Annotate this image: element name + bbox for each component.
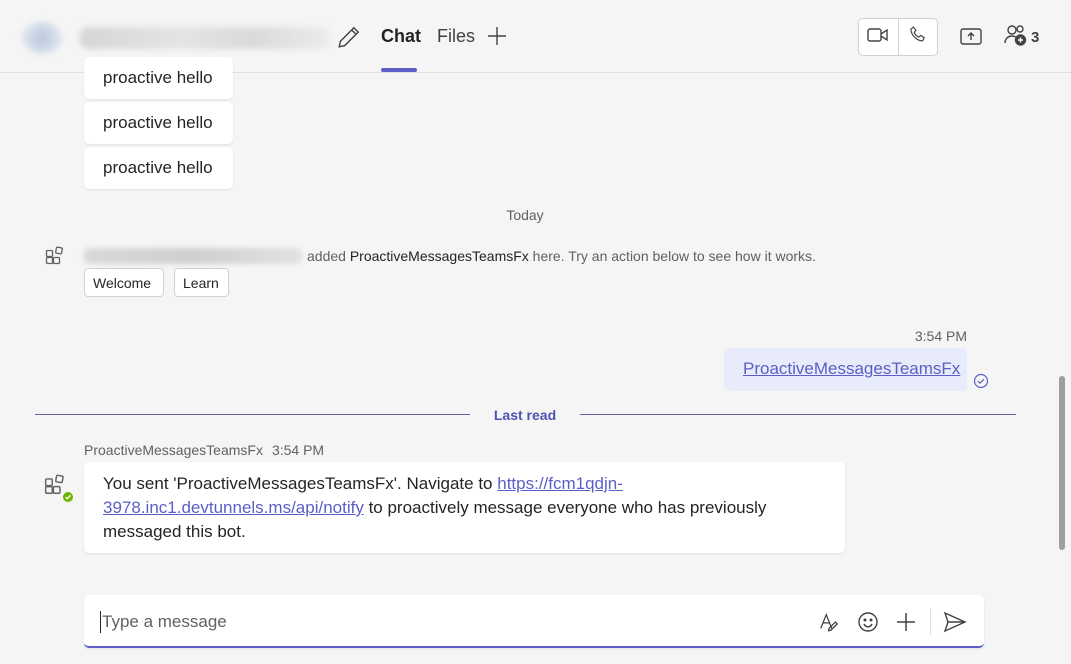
last-read-line [580, 414, 1016, 415]
chat-scrollbar[interactable] [1059, 376, 1065, 550]
message-bubble[interactable]: proactive hello [84, 57, 233, 99]
video-camera-icon [867, 26, 889, 49]
rename-pencil-icon[interactable] [336, 24, 362, 50]
message-text: proactive hello [103, 158, 213, 177]
bot-message-time: 3:54 PM [271, 442, 325, 458]
share-screen-icon[interactable] [958, 24, 984, 50]
message-bubble[interactable]: proactive hello [84, 102, 233, 144]
app-added-notice: added ProactiveMessagesTeamsFx here. Try… [84, 248, 816, 264]
people-add-icon [1003, 22, 1029, 53]
sent-timestamp: 3:54 PM [914, 328, 967, 344]
last-read-line [35, 414, 470, 415]
user-name-redacted [84, 248, 302, 264]
bot-message-bubble[interactable]: You sent 'ProactiveMessagesTeamsFx'. Nav… [84, 462, 845, 553]
sent-message-bubble[interactable]: ProactiveMessagesTeamsFx [724, 348, 967, 391]
message-bubble[interactable]: proactive hello [84, 147, 233, 189]
emoji-icon[interactable] [856, 610, 880, 634]
audio-call-button[interactable] [897, 19, 937, 55]
send-icon[interactable] [943, 610, 967, 634]
message-input[interactable] [100, 611, 750, 633]
available-status-icon [61, 490, 75, 504]
message-text: proactive hello [103, 68, 213, 87]
sent-message-link[interactable]: ProactiveMessagesTeamsFx [743, 359, 960, 378]
tab-chat[interactable]: Chat [381, 26, 421, 47]
tab-files[interactable]: Files [437, 26, 475, 47]
bot-sender-name[interactable]: ProactiveMessagesTeamsFx [84, 442, 263, 458]
add-tab-plus-icon[interactable] [486, 25, 508, 47]
welcome-action-button[interactable]: Welcome [84, 268, 164, 297]
added-rest-text: here. Try an action below to see how it … [532, 248, 816, 264]
seen-check-icon [973, 373, 989, 389]
chat-title[interactable] [80, 27, 330, 49]
format-icon[interactable] [817, 610, 841, 634]
last-read-label: Last read [493, 407, 557, 423]
video-call-button[interactable] [859, 19, 898, 55]
notify-url-link-part1[interactable]: https://fcm1qdjn- [497, 474, 623, 493]
app-name[interactable]: ProactiveMessagesTeamsFx [350, 248, 529, 264]
notify-url-link-part2[interactable]: 3978.inc1.devtunnels.ms/api/notify [103, 498, 364, 517]
added-text: added [307, 248, 346, 264]
active-tab-indicator [381, 68, 417, 72]
chat-avatar[interactable] [22, 22, 62, 54]
bot-text-before: You sent 'ProactiveMessagesTeamsFx'. Nav… [103, 474, 493, 493]
participants-count: 3 [1031, 28, 1040, 46]
call-button-group [858, 18, 938, 56]
compose-box [84, 595, 984, 648]
compose-divider [930, 608, 931, 635]
apps-icon [45, 246, 65, 271]
bot-message-meta: ProactiveMessagesTeamsFx 3:54 PM [84, 442, 324, 458]
participants-button[interactable]: 3 [1003, 23, 1039, 51]
message-text: proactive hello [103, 113, 213, 132]
learn-action-button[interactable]: Learn [174, 268, 229, 297]
attach-plus-icon[interactable] [894, 610, 918, 634]
date-divider: Today [506, 207, 544, 223]
phone-icon [908, 25, 928, 50]
